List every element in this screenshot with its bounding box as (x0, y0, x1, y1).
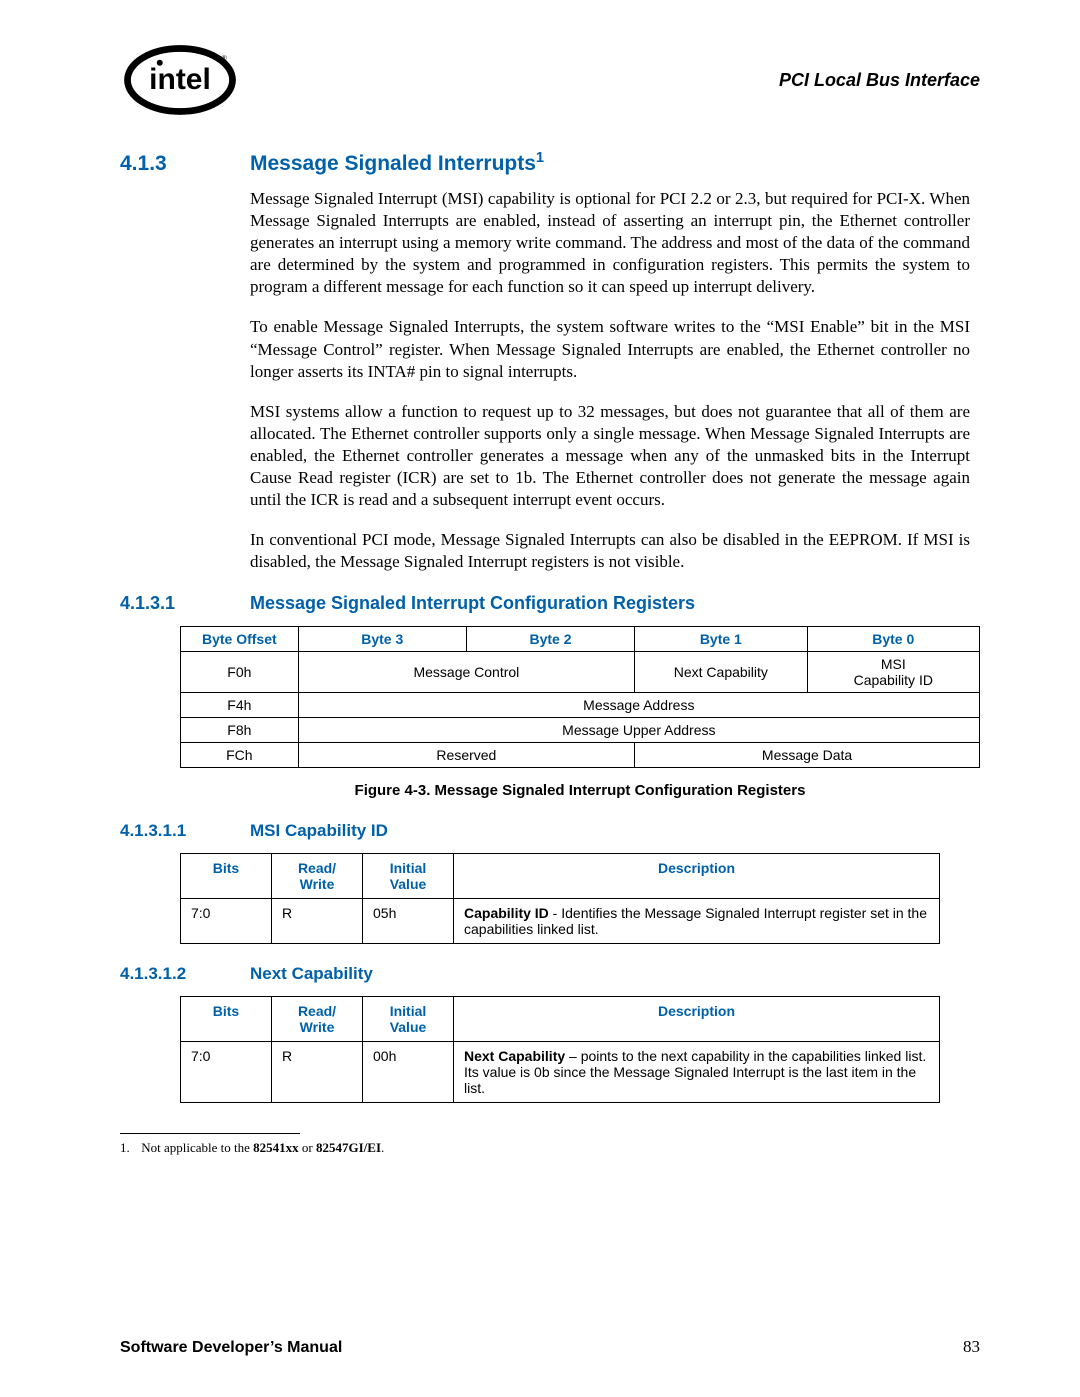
page-footer: Software Developer’s Manual 83 (120, 1337, 980, 1357)
col-header: Byte 3 (298, 627, 466, 652)
section-number: 4.1.3.1.1 (120, 821, 200, 841)
cell-rw: R (272, 1042, 363, 1103)
col-header: Bits (181, 997, 272, 1042)
text: Initial (390, 1003, 427, 1019)
col-header: Read/ Write (272, 854, 363, 899)
col-header: Description (454, 997, 940, 1042)
table-row: F8h Message Upper Address (181, 718, 980, 743)
cell: Next Capability (635, 652, 807, 693)
header-title: PCI Local Bus Interface (779, 70, 980, 91)
cell: MSI Capability ID (807, 652, 979, 693)
text-bold: 82547GI/EI (316, 1140, 381, 1155)
section-title: Message Signaled Interrupts1 (250, 150, 544, 176)
text-bold: 82541xx (253, 1140, 299, 1155)
cell-rw: R (272, 899, 363, 944)
text: Read/ (298, 860, 336, 876)
cell-description: Capability ID - Identifies the Message S… (454, 899, 940, 944)
cell: Message Upper Address (298, 718, 979, 743)
col-header: Bits (181, 854, 272, 899)
paragraph: MSI systems allow a function to request … (250, 401, 970, 511)
next-capability-table: Bits Read/ Write Initial Value Descripti… (180, 996, 940, 1103)
col-header: Description (454, 854, 940, 899)
cell-offset: FCh (181, 743, 299, 768)
figure-caption: Figure 4-3. Message Signaled Interrupt C… (180, 782, 980, 799)
section-4-1-3-1: 4.1.3.1 Message Signaled Interrupt Confi… (120, 593, 980, 614)
text: Value (390, 876, 427, 892)
intel-logo: intel ® (120, 40, 240, 120)
cell-bits: 7:0 (181, 1042, 272, 1103)
text: Not applicable to the (141, 1140, 253, 1155)
section-title-sup: 1 (536, 150, 544, 166)
text: Initial (390, 860, 427, 876)
paragraph: In conventional PCI mode, Message Signal… (250, 529, 970, 573)
svg-text:intel: intel (149, 63, 211, 96)
table-header-row: Bits Read/ Write Initial Value Descripti… (181, 997, 940, 1042)
section-4-1-3-1-2: 4.1.3.1.2 Next Capability (120, 964, 980, 984)
table-row: F0h Message Control Next Capability MSI … (181, 652, 980, 693)
text: Write (300, 876, 335, 892)
cell-initial-value: 05h (363, 899, 454, 944)
section-4-1-3: 4.1.3 Message Signaled Interrupts1 (120, 150, 980, 176)
section-title: Message Signaled Interrupt Configuration… (250, 593, 695, 614)
text-bold: Next Capability (464, 1048, 565, 1064)
col-header: Initial Value (363, 854, 454, 899)
page-header: intel ® PCI Local Bus Interface (120, 40, 980, 120)
cell-description: Next Capability – points to the next cap… (454, 1042, 940, 1103)
cell: Message Data (635, 743, 980, 768)
body-text: Message Signaled Interrupt (MSI) capabil… (250, 188, 970, 573)
section-title: Next Capability (250, 964, 373, 984)
cell: Message Address (298, 693, 979, 718)
text: or (299, 1140, 316, 1155)
paragraph: Message Signaled Interrupt (MSI) capabil… (250, 188, 970, 298)
table-row: FCh Reserved Message Data (181, 743, 980, 768)
table-header-row: Byte Offset Byte 3 Byte 2 Byte 1 Byte 0 (181, 627, 980, 652)
text: Capability ID (854, 672, 933, 688)
table-row: F4h Message Address (181, 693, 980, 718)
paragraph: To enable Message Signaled Interrupts, t… (250, 316, 970, 382)
footnote-number: 1. (120, 1140, 138, 1156)
section-4-1-3-1-1: 4.1.3.1.1 MSI Capability ID (120, 821, 980, 841)
footer-title: Software Developer’s Manual (120, 1339, 342, 1357)
col-header: Byte 0 (807, 627, 979, 652)
text: Value (390, 1019, 427, 1035)
cell-offset: F8h (181, 718, 299, 743)
table-row: 7:0 R 05h Capability ID - Identifies the… (181, 899, 940, 944)
register-layout-table: Byte Offset Byte 3 Byte 2 Byte 1 Byte 0 … (180, 626, 980, 768)
footer-page-number: 83 (963, 1337, 980, 1357)
footnote: 1. Not applicable to the 82541xx or 8254… (120, 1140, 980, 1156)
figure-4-3-block: Byte Offset Byte 3 Byte 2 Byte 1 Byte 0 … (180, 626, 980, 799)
cell-offset: F0h (181, 652, 299, 693)
section-number: 4.1.3.1 (120, 593, 200, 614)
cell-initial-value: 00h (363, 1042, 454, 1103)
col-header: Byte Offset (181, 627, 299, 652)
cell-bits: 7:0 (181, 899, 272, 944)
col-header: Initial Value (363, 997, 454, 1042)
cell: Message Control (298, 652, 634, 693)
table-row: 7:0 R 00h Next Capability – points to th… (181, 1042, 940, 1103)
cell-offset: F4h (181, 693, 299, 718)
section-number: 4.1.3.1.2 (120, 964, 200, 984)
text: MSI (881, 656, 906, 672)
msi-capability-id-table: Bits Read/ Write Initial Value Descripti… (180, 853, 940, 944)
section-title-text: Message Signaled Interrupts (250, 152, 536, 175)
text: Read/ (298, 1003, 336, 1019)
text: Write (300, 1019, 335, 1035)
cell: Reserved (298, 743, 634, 768)
col-header: Byte 1 (635, 627, 807, 652)
table-header-row: Bits Read/ Write Initial Value Descripti… (181, 854, 940, 899)
col-header: Byte 2 (466, 627, 634, 652)
text: . (381, 1140, 384, 1155)
section-title: MSI Capability ID (250, 821, 388, 841)
section-number: 4.1.3 (120, 152, 200, 176)
col-header: Read/ Write (272, 997, 363, 1042)
svg-text:®: ® (221, 54, 227, 63)
text-bold: Capability ID (464, 905, 549, 921)
footnote-rule (120, 1133, 300, 1134)
